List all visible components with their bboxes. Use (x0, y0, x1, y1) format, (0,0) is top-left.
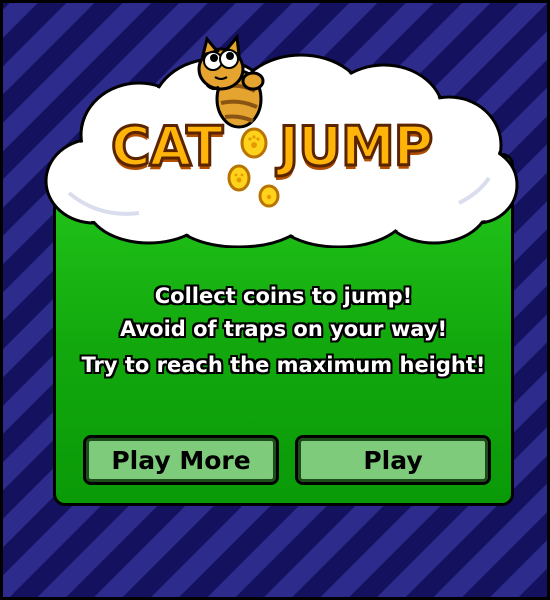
play-label: Play (363, 445, 423, 475)
game-title-jump: JUMP (277, 114, 434, 180)
instruction-line: Try to reach the maximum height! (81, 353, 486, 377)
play-more-button[interactable]: Play More (83, 435, 279, 485)
instruction-line: Avoid of traps on your way! (119, 317, 448, 341)
instruction-line: Collect coins to jump! (154, 284, 413, 308)
game-title-cat: CAT (109, 114, 224, 180)
play-more-label: Play More (111, 445, 251, 475)
game-screen: CAT JUMP Collect coins to jump! Avoid of… (0, 0, 550, 600)
play-button[interactable]: Play (295, 435, 491, 485)
